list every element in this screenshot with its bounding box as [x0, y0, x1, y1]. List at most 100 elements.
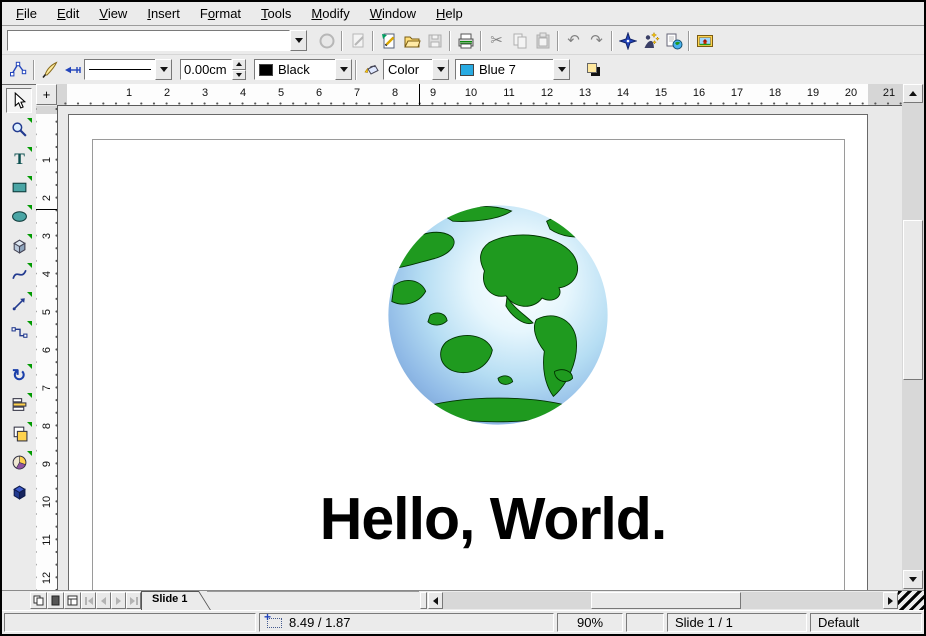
- previous-slide-button: [96, 592, 111, 609]
- area-style-button[interactable]: [360, 58, 383, 82]
- h-ruler[interactable]: 123456789101112131415161718192021: [57, 84, 902, 105]
- scroll-up-icon: [909, 91, 917, 96]
- nav-first-arrow: [88, 597, 93, 605]
- menu-format[interactable]: Format: [190, 3, 251, 24]
- slide-page[interactable]: Hello, World.: [68, 114, 868, 590]
- connectors-tool[interactable]: [6, 320, 32, 345]
- slide-title-text[interactable]: Hello, World.: [93, 485, 893, 553]
- open-button[interactable]: [400, 29, 423, 53]
- line-width-spinner[interactable]: [180, 59, 246, 80]
- zoom-tool[interactable]: [6, 117, 32, 142]
- position-icon: [267, 618, 282, 628]
- scroll-right-button[interactable]: [883, 592, 898, 609]
- select-tool[interactable]: [6, 88, 32, 113]
- v-ruler[interactable]: 123456789101112: [36, 106, 57, 590]
- layer-view-button[interactable]: [64, 592, 81, 609]
- print-icon: [457, 32, 475, 50]
- vertical-scrollbar[interactable]: [902, 84, 924, 590]
- 3d-objects-tool[interactable]: [6, 233, 32, 258]
- menu-view[interactable]: View: [89, 3, 137, 24]
- menu-file[interactable]: File: [6, 3, 47, 24]
- effects-tool[interactable]: [6, 479, 32, 504]
- fill-type-dropdown-button[interactable]: [432, 59, 449, 80]
- tab-slide-1[interactable]: Slide 1: [141, 591, 207, 610]
- vertical-scrollbar-thumb[interactable]: [903, 220, 923, 380]
- ruler-origin-button[interactable]: +: [36, 84, 57, 105]
- line-button[interactable]: [38, 58, 61, 82]
- ellipse-tool[interactable]: [6, 204, 32, 229]
- fill-type-field: Color: [383, 59, 432, 80]
- curve-tool[interactable]: [6, 262, 32, 287]
- pen-icon: [41, 61, 59, 79]
- hyperlink-button[interactable]: [662, 29, 685, 53]
- load-url-input[interactable]: [7, 30, 290, 51]
- scroll-up-button[interactable]: [903, 84, 923, 103]
- alignment-tool[interactable]: [6, 392, 32, 417]
- globe-image[interactable]: [385, 202, 611, 428]
- autopilot-button[interactable]: [639, 29, 662, 53]
- nav-prev-icon: [101, 597, 106, 605]
- v-ruler-number: 11: [41, 534, 53, 545]
- arrow-style-icon: [64, 61, 82, 79]
- chevron-down-icon: [160, 67, 168, 72]
- drawing-canvas[interactable]: Hello, World.: [57, 105, 902, 590]
- edit-file-button: [346, 29, 369, 53]
- line-color-combobox[interactable]: Black: [254, 59, 352, 80]
- arrow-style-button[interactable]: [61, 58, 84, 82]
- line-width-down-button[interactable]: [232, 70, 246, 81]
- horizontal-scrollbar-thumb[interactable]: [591, 592, 741, 609]
- fill-color-swatch: [460, 64, 474, 76]
- v-ruler-number: 9: [41, 461, 53, 467]
- menu-modify[interactable]: Modify: [301, 3, 359, 24]
- line-width-up-button[interactable]: [232, 59, 246, 70]
- status-position-cell: 8.49 / 1.87: [259, 613, 554, 632]
- window-resize-grip[interactable]: [898, 591, 924, 610]
- status-bar: 8.49 / 1.87 90% Slide 1 / 1 Default: [2, 610, 924, 634]
- status-style-cell[interactable]: Default: [810, 613, 922, 632]
- pane-splitter-handle[interactable]: [420, 592, 427, 609]
- rectangle-tool[interactable]: [6, 175, 32, 200]
- load-url-combobox[interactable]: [7, 30, 307, 51]
- status-zoom-cell[interactable]: 90%: [557, 613, 623, 632]
- menu-window[interactable]: Window: [360, 3, 426, 24]
- edit-points-button[interactable]: [7, 58, 30, 82]
- line-style-combobox[interactable]: [84, 59, 172, 80]
- text-tool[interactable]: T: [6, 146, 32, 171]
- line-color-dropdown-button[interactable]: [335, 59, 352, 80]
- menu-insert[interactable]: Insert: [137, 3, 190, 24]
- tool-flag: [27, 176, 32, 181]
- scroll-left-button[interactable]: [428, 592, 443, 609]
- insert-tool[interactable]: [6, 450, 32, 475]
- line-width-input[interactable]: [180, 59, 232, 80]
- fill-color-dropdown-button[interactable]: [553, 59, 570, 80]
- lines-arrows-tool[interactable]: [6, 291, 32, 316]
- navigator-button[interactable]: [616, 29, 639, 53]
- new-document-button[interactable]: [377, 29, 400, 53]
- menu-help[interactable]: Help: [426, 3, 473, 24]
- page-view-button[interactable]: [30, 592, 47, 609]
- redo-button: ↷: [585, 29, 608, 53]
- v-ruler-number: 10: [41, 496, 53, 508]
- print-button[interactable]: [454, 29, 477, 53]
- v-ruler-number: 4: [41, 271, 53, 277]
- scroll-down-button[interactable]: [903, 570, 923, 589]
- gallery-button[interactable]: [693, 29, 716, 53]
- rectangle-icon: [11, 179, 28, 196]
- tool-flag: [27, 451, 32, 456]
- toolbar-separator: [688, 31, 690, 51]
- menu-tools[interactable]: Tools: [251, 3, 301, 24]
- master-view-button[interactable]: [47, 592, 64, 609]
- line-style-dropdown-button[interactable]: [155, 59, 172, 80]
- shadow-button[interactable]: [582, 58, 605, 82]
- menu-edit[interactable]: Edit: [47, 3, 89, 24]
- load-url-dropdown-button[interactable]: [290, 30, 307, 51]
- v-ruler-number: 7: [41, 385, 53, 391]
- curve-icon: [11, 266, 28, 283]
- arrange-tool[interactable]: [6, 421, 32, 446]
- fill-type-combobox[interactable]: Color: [383, 59, 449, 80]
- fill-color-combobox[interactable]: Blue 7: [455, 59, 570, 80]
- text-icon: T: [11, 150, 28, 167]
- layer-view-icon: [67, 595, 78, 606]
- rotate-tool[interactable]: ↻: [6, 363, 32, 388]
- horizontal-scrollbar[interactable]: [443, 592, 883, 609]
